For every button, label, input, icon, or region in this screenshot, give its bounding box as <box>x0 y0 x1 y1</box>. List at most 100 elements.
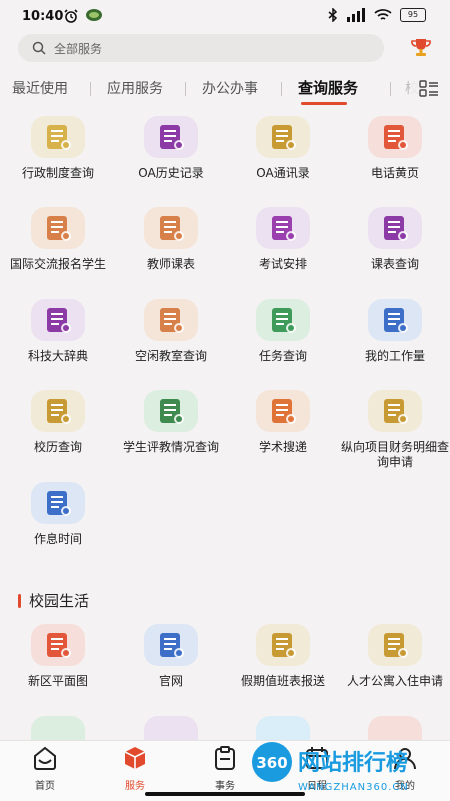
watermark-url: WANGZHAN360.CN <box>298 782 409 793</box>
service-item[interactable]: 新区平面图 <box>2 624 114 689</box>
workload-icon <box>368 299 422 341</box>
service-label: 新区平面图 <box>27 674 88 688</box>
service-item[interactable]: 人才公寓入住申请 <box>339 624 450 689</box>
service-label: 空闲教室查询 <box>134 349 207 363</box>
notebook-icon <box>368 116 422 158</box>
service-item[interactable]: 行政制度查询 <box>2 116 114 181</box>
evaluation-icon <box>144 390 198 432</box>
cart-schedule-icon <box>368 207 422 249</box>
service-label: 学术搜递 <box>258 440 307 454</box>
search-input[interactable]: 全部服务 <box>18 34 384 62</box>
watermark-title: 网站排行榜 <box>298 750 408 776</box>
watermark-badge: 360 <box>256 754 287 772</box>
active-tab-indicator <box>301 102 347 105</box>
site-watermark: 360 网站排行榜 WANGZHAN360.CN <box>252 742 409 793</box>
service-label: 课表查询 <box>370 257 419 271</box>
apartment-icon <box>368 624 422 666</box>
clipboard-icon <box>215 746 235 770</box>
grade-check-icon <box>256 299 310 341</box>
service-icon-partial[interactable] <box>256 716 310 740</box>
home-indicator <box>145 792 305 796</box>
category-menu-icon[interactable] <box>419 80 439 98</box>
folder-check-icon <box>31 390 85 432</box>
campus-section-title: 校园生活 <box>18 590 89 611</box>
search-icon <box>32 41 46 55</box>
service-box-icon <box>124 747 146 769</box>
service-item[interactable]: 空闲教室查询 <box>115 299 227 364</box>
service-item[interactable]: 学术搜递 <box>227 390 339 455</box>
document-stamp-icon <box>31 116 85 158</box>
service-label: 国际交流报名学生 <box>9 257 106 271</box>
service-label: 行政制度查询 <box>21 166 94 180</box>
service-label: 教师课表 <box>146 257 195 271</box>
service-item[interactable]: 作息时间 <box>2 482 114 547</box>
battery-indicator: 95 <box>400 8 426 22</box>
wifi-icon <box>374 9 392 20</box>
status-bar: 10:40 95 <box>0 0 450 34</box>
service-item[interactable]: 任务查询 <box>227 299 339 364</box>
service-item[interactable]: 校历查询 <box>2 390 114 455</box>
tab-divider <box>185 82 186 96</box>
service-label: 学生评教情况查询 <box>122 440 219 454</box>
campus-map-icon <box>31 624 85 666</box>
service-label: OA通讯录 <box>256 166 310 180</box>
service-item[interactable]: 国际交流报名学生 <box>2 207 114 272</box>
nav-home-label: 首页 <box>35 781 55 792</box>
service-item[interactable]: 官网 <box>115 624 227 689</box>
contact-book-icon <box>256 116 310 158</box>
nav-home[interactable]: 首页 <box>15 745 75 792</box>
bluetooth-icon <box>328 8 338 22</box>
dictionary-icon <box>31 299 85 341</box>
service-item[interactable]: 假期值班表报送 <box>227 624 339 689</box>
nav-affairs[interactable]: 事务 <box>195 745 255 792</box>
service-item[interactable]: 科技大辞典 <box>2 299 114 364</box>
service-item[interactable]: 我的工作量 <box>339 299 450 364</box>
tab-divider <box>90 82 91 96</box>
category-tabs: 最近使用 应用服务 办公办事 查询服务 校 <box>0 72 450 106</box>
service-label: 科技大辞典 <box>27 349 88 363</box>
service-icon-partial[interactable] <box>144 716 198 740</box>
service-label: OA历史记录 <box>138 166 204 180</box>
alarm-icon <box>64 9 78 23</box>
service-item[interactable]: 学生评教情况查询 <box>115 390 227 455</box>
section-accent-bar <box>18 594 21 608</box>
trophy-icon[interactable] <box>410 37 432 59</box>
website-icon <box>144 624 198 666</box>
schedule-house-icon <box>31 482 85 524</box>
home-icon <box>34 746 56 770</box>
classroom-icon <box>144 299 198 341</box>
service-icon-partial[interactable] <box>368 716 422 740</box>
signal-icon <box>347 8 365 22</box>
lesson-notes-icon <box>144 207 198 249</box>
service-item[interactable]: OA通讯录 <box>227 116 339 181</box>
certificate-icon <box>31 207 85 249</box>
service-label: 校历查询 <box>33 440 82 454</box>
service-item[interactable]: 电话黄页 <box>339 116 450 181</box>
service-label: 作息时间 <box>33 532 82 546</box>
tab-app-services[interactable]: 应用服务 <box>107 78 163 98</box>
duty-roster-icon <box>256 624 310 666</box>
tab-divider <box>390 82 391 96</box>
open-book-icon <box>256 207 310 249</box>
tab-recent[interactable]: 最近使用 <box>12 78 68 98</box>
service-item[interactable]: 考试安排 <box>227 207 339 272</box>
service-icon-partial[interactable] <box>31 716 85 740</box>
tab-query-services[interactable]: 查询服务 <box>298 77 358 98</box>
service-label: 任务查询 <box>258 349 307 363</box>
academic-search-icon <box>256 390 310 432</box>
service-label: 考试安排 <box>258 257 307 271</box>
service-item[interactable]: 纵向项目财务明细查询申请 <box>339 390 450 470</box>
service-item[interactable]: OA历史记录 <box>115 116 227 181</box>
service-item[interactable]: 课表查询 <box>339 207 450 272</box>
status-time: 10:40 <box>22 9 64 24</box>
service-item[interactable]: 教师课表 <box>115 207 227 272</box>
service-label: 我的工作量 <box>364 349 425 363</box>
pen-document-icon <box>144 116 198 158</box>
nav-services-label: 服务 <box>125 781 145 792</box>
tab-divider <box>281 82 282 96</box>
finance-project-icon <box>368 390 422 432</box>
service-label: 纵向项目财务明细查询申请 <box>340 440 449 469</box>
tab-office[interactable]: 办公办事 <box>202 78 258 98</box>
service-label: 假期值班表报送 <box>240 674 325 688</box>
nav-services[interactable]: 服务 <box>105 745 165 792</box>
